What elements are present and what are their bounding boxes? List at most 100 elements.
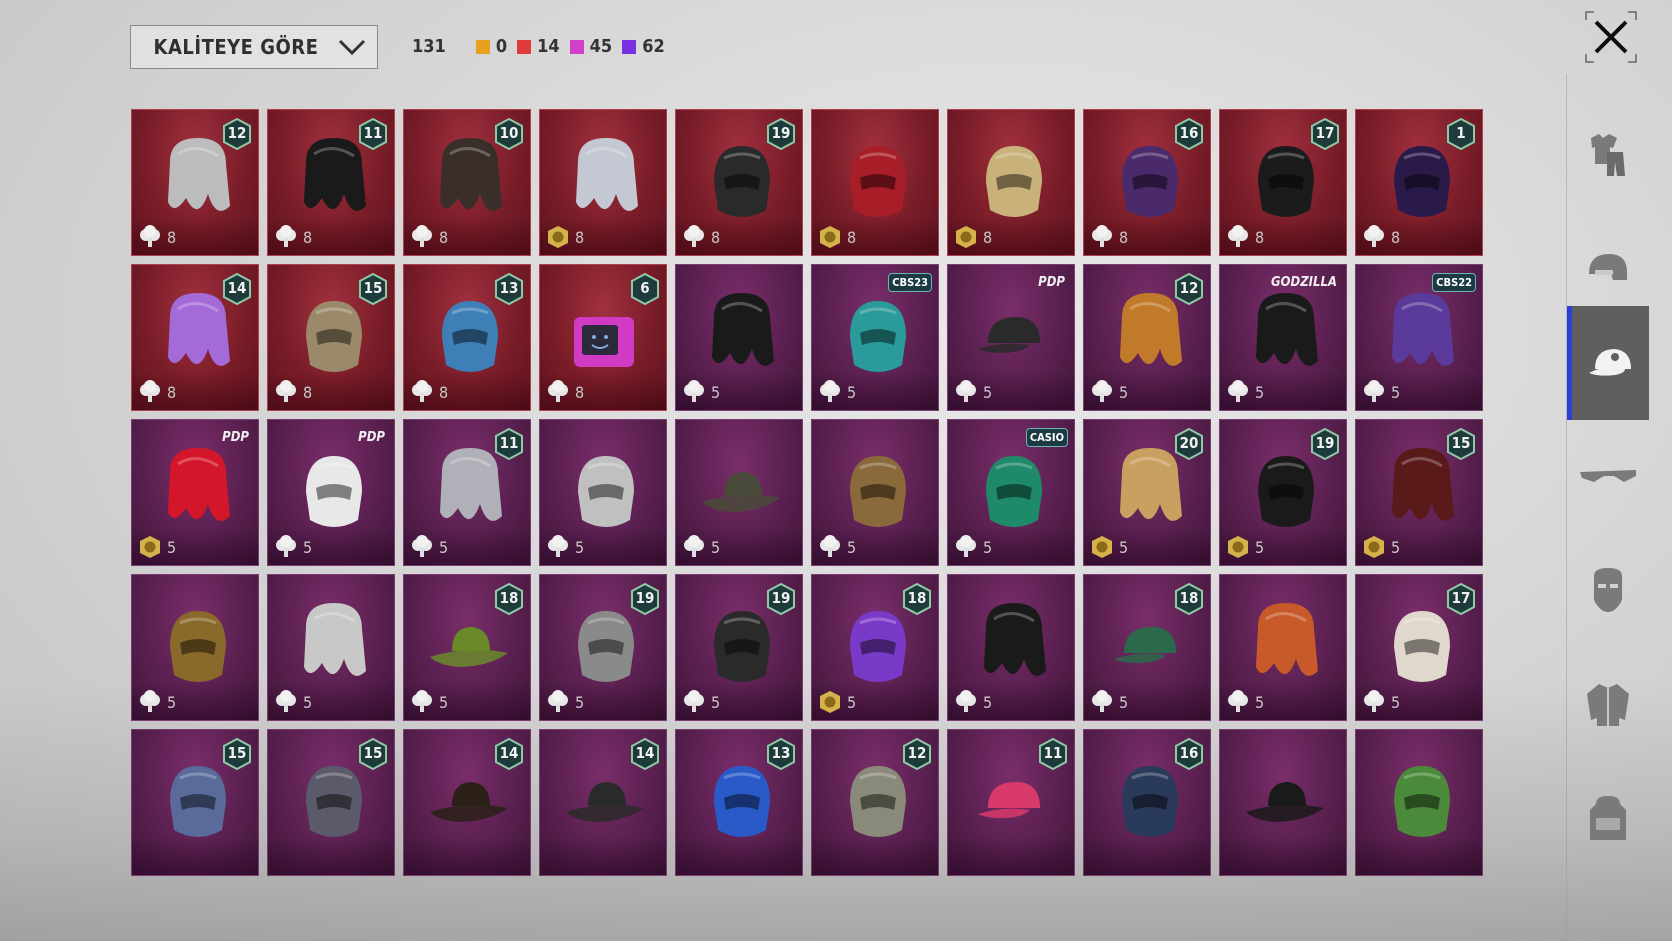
- item-card[interactable]: 15: [131, 729, 259, 876]
- item-card[interactable]: 5: [1219, 574, 1347, 721]
- item-card[interactable]: 19 5: [539, 574, 667, 721]
- item-card[interactable]: 5: [267, 574, 395, 721]
- sidebar-item-outfit[interactable]: [1567, 98, 1649, 212]
- item-preview: [292, 442, 374, 542]
- sort-dropdown[interactable]: KALİTEYE GÖRE: [130, 25, 378, 69]
- item-card[interactable]: 18 5: [811, 574, 939, 721]
- item-card[interactable]: [1355, 729, 1483, 876]
- item-cost: 5: [983, 693, 993, 712]
- item-card[interactable]: 5: [131, 574, 259, 721]
- item-card[interactable]: 15: [267, 729, 395, 876]
- sidebar-item-mask[interactable]: [1567, 534, 1649, 648]
- item-preview: [972, 287, 1054, 387]
- item-cost: 5: [983, 383, 993, 402]
- item-card[interactable]: [1219, 729, 1347, 876]
- item-card[interactable]: 19 5: [1219, 419, 1347, 566]
- total-count: 131: [412, 36, 446, 57]
- item-preview: [1244, 597, 1326, 697]
- item-card[interactable]: CBS22 5: [1355, 264, 1483, 411]
- item-card[interactable]: 5: [947, 574, 1075, 721]
- item-preview: [292, 597, 374, 697]
- item-card[interactable]: 12: [811, 729, 939, 876]
- item-card[interactable]: 8: [947, 109, 1075, 256]
- item-card[interactable]: 11: [947, 729, 1075, 876]
- silver-coin-icon: [138, 690, 162, 714]
- item-card[interactable]: 12 5: [1083, 264, 1211, 411]
- silver-coin-icon: [546, 535, 570, 559]
- item-card[interactable]: 11 8: [267, 109, 395, 256]
- item-preview: [156, 442, 238, 542]
- item-card[interactable]: 14: [403, 729, 531, 876]
- item-card[interactable]: 8: [811, 109, 939, 256]
- item-cost: 5: [303, 693, 313, 712]
- season-badge-number: 18: [499, 589, 519, 607]
- close-button[interactable]: [1584, 10, 1638, 64]
- item-preview: [1244, 752, 1326, 852]
- item-card[interactable]: 17 5: [1355, 574, 1483, 721]
- season-badge-number: 15: [363, 744, 383, 762]
- item-card[interactable]: 20 5: [1083, 419, 1211, 566]
- item-card[interactable]: CASIO 5: [947, 419, 1075, 566]
- item-cost: 5: [439, 693, 449, 712]
- silver-coin-icon: [954, 690, 978, 714]
- item-card[interactable]: 16: [1083, 729, 1211, 876]
- sidebar-item-jacket[interactable]: [1567, 648, 1649, 762]
- item-card[interactable]: 18: [1355, 109, 1483, 256]
- item-card[interactable]: 10 8: [403, 109, 531, 256]
- season-badge-number: 19: [771, 589, 791, 607]
- item-card[interactable]: 8: [539, 109, 667, 256]
- item-card[interactable]: 18 5: [403, 574, 531, 721]
- item-cost: 8: [303, 228, 313, 247]
- item-card[interactable]: 15 5: [1355, 419, 1483, 566]
- item-preview: [700, 287, 782, 387]
- item-cost: 8: [575, 228, 585, 247]
- season-badge-number: 18: [907, 589, 927, 607]
- silver-coin-icon: [818, 535, 842, 559]
- rarity-swatch: [622, 39, 637, 54]
- silver-coin-icon: [1090, 225, 1114, 249]
- item-cost: 5: [1119, 538, 1129, 557]
- item-card[interactable]: 15 8: [267, 264, 395, 411]
- item-card[interactable]: 17 8: [1219, 109, 1347, 256]
- item-card[interactable]: 5: [675, 264, 803, 411]
- sidebar-item-headwear[interactable]: [1567, 306, 1649, 420]
- item-card[interactable]: 13 8: [403, 264, 531, 411]
- backpack-icon: [1590, 796, 1626, 840]
- sidebar-item-backpack[interactable]: [1567, 762, 1649, 876]
- item-card[interactable]: 14: [539, 729, 667, 876]
- item-cost: 5: [439, 538, 449, 557]
- item-card[interactable]: 18 5: [1083, 574, 1211, 721]
- item-card[interactable]: PDP 5: [947, 264, 1075, 411]
- item-card[interactable]: 16 8: [1083, 109, 1211, 256]
- item-card[interactable]: 19 5: [675, 574, 803, 721]
- item-card[interactable]: 13: [675, 729, 803, 876]
- item-cost: 5: [1391, 538, 1401, 557]
- item-preview: [1244, 287, 1326, 387]
- silver-coin-icon: [138, 225, 162, 249]
- season-badge-number: 14: [227, 279, 247, 297]
- item-cost: 8: [439, 383, 449, 402]
- gold-coin-icon: [546, 225, 570, 249]
- sidebar-item-glasses[interactable]: [1567, 420, 1649, 534]
- item-card[interactable]: 12 8: [131, 109, 259, 256]
- item-card[interactable]: PDP 5: [131, 419, 259, 566]
- item-card[interactable]: 5: [539, 419, 667, 566]
- item-card[interactable]: 14 8: [131, 264, 259, 411]
- item-card[interactable]: 11 5: [403, 419, 531, 566]
- item-card[interactable]: PDP 5: [267, 419, 395, 566]
- sort-dropdown-label: KALİTEYE GÖRE: [153, 35, 319, 59]
- item-card[interactable]: 19 8: [675, 109, 803, 256]
- item-card[interactable]: 5: [811, 419, 939, 566]
- rarity-swatch: [517, 39, 532, 54]
- item-card[interactable]: GODZILLA 5: [1219, 264, 1347, 411]
- item-card[interactable]: CBS23 5: [811, 264, 939, 411]
- season-badge-number: 19: [635, 589, 655, 607]
- item-card[interactable]: 68: [539, 264, 667, 411]
- silver-coin-icon: [410, 535, 434, 559]
- item-card[interactable]: 5: [675, 419, 803, 566]
- gold-coin-icon: [1226, 535, 1250, 559]
- silver-coin-icon: [274, 535, 298, 559]
- mask-icon: [1594, 568, 1622, 612]
- item-cost: 5: [1255, 693, 1265, 712]
- gold-coin-icon: [138, 535, 162, 559]
